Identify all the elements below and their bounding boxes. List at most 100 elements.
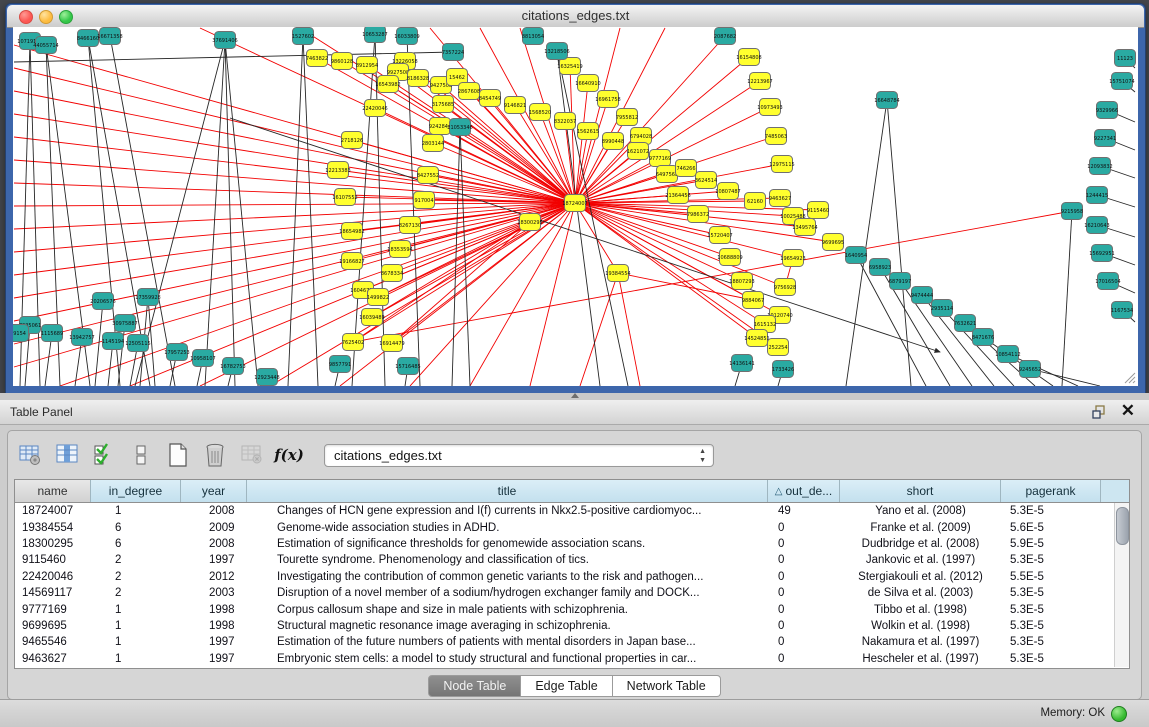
graph-node-selected[interactable]: 3175685	[432, 96, 454, 113]
network-canvas[interactable]: 1872400774638229860128891295413226058992…	[13, 27, 1138, 386]
resize-grip-icon[interactable]	[1120, 368, 1136, 384]
graph-node-selected[interactable]: 8990448	[602, 133, 624, 150]
graph-node[interactable]: 39154	[13, 325, 29, 342]
graph-node-selected[interactable]: 18807293	[729, 273, 754, 290]
graph-node-selected[interactable]: 2803144	[422, 135, 444, 152]
graph-node-selected[interactable]: 7955812	[616, 109, 638, 126]
graph-node[interactable]: 9474444	[911, 287, 933, 304]
graph-node-selected[interactable]: 16154808	[736, 49, 761, 66]
graph-node-selected[interactable]: 9777169	[649, 150, 671, 167]
table-row[interactable]: 1830029562008Estimation of significance …	[15, 536, 1129, 552]
rows-icon[interactable]	[127, 441, 155, 469]
graph-node-selected[interactable]: 9146821	[504, 97, 526, 114]
show-columns-icon[interactable]	[53, 441, 81, 469]
graph-node-selected[interactable]: 18353594	[387, 241, 412, 258]
table-select-dropdown[interactable]: citations_edges.txt ▲▼	[324, 444, 714, 467]
function-builder-icon[interactable]: f(x)	[275, 441, 303, 469]
table-row[interactable]: 2242004622012Investigating the contribut…	[15, 569, 1129, 585]
graph-node-selected[interactable]: 10807487	[715, 183, 740, 200]
graph-node-selected[interactable]: 1562615	[577, 123, 599, 140]
graph-node[interactable]: 13942757	[69, 329, 94, 346]
column-header-out[interactable]: △out_de...	[768, 480, 840, 502]
graph-node-selected[interactable]: 14524851	[744, 330, 769, 347]
graph-node[interactable]: 9857791	[329, 356, 351, 373]
panel-splitter[interactable]	[0, 393, 1149, 400]
graph-node-selected[interactable]: 3624514	[695, 172, 717, 189]
graph-node-selected[interactable]: 7485063	[765, 128, 787, 145]
graph-node[interactable]: 15716485	[395, 358, 420, 375]
node-table[interactable]: namein_degreeyeartitle△out_de...shortpag…	[14, 479, 1130, 669]
graph-node-selected[interactable]: 6794028	[630, 128, 652, 145]
table-row[interactable]: 946362711997Embryonic stem cells: a mode…	[15, 651, 1129, 667]
graph-node[interactable]: 13218506	[544, 43, 569, 60]
graph-node-selected[interactable]: 19166827	[339, 253, 364, 270]
graph-node-selected[interactable]: 16039489	[359, 309, 384, 326]
graph-node-selected[interactable]: 9756928	[774, 279, 796, 296]
graph-node[interactable]: 16782753	[220, 358, 245, 375]
graph-node[interactable]: 16671358	[97, 28, 122, 45]
graph-node[interactable]: 15692951	[1089, 245, 1114, 262]
tab-node-table[interactable]: Node Table	[428, 675, 521, 697]
graph-node[interactable]: 37691406	[212, 32, 237, 49]
graph-node-selected[interactable]: 1621072	[627, 143, 649, 160]
graph-node-selected[interactable]: 21364456	[665, 187, 690, 204]
table-row[interactable]: 969969511998Structural magnetic resonanc…	[15, 618, 1129, 634]
citation-network-graph[interactable]: 1872400774638229860128891295413226058992…	[13, 27, 1138, 386]
close-panel-icon[interactable]: ✕	[1121, 401, 1135, 421]
graph-node[interactable]: 12505115	[125, 335, 150, 352]
graph-node[interactable]: 2935114	[931, 300, 953, 317]
graph-node[interactable]: 9215958	[1061, 203, 1083, 220]
graph-node[interactable]: 16033809	[394, 28, 419, 45]
graph-node-selected[interactable]: 16107552	[332, 189, 357, 206]
graph-node[interactable]: 6879197	[889, 273, 911, 290]
graph-node-selected[interactable]: 10688809	[717, 249, 742, 266]
graph-node[interactable]: 9227341	[1094, 130, 1116, 147]
graph-node[interactable]: 2087682	[714, 28, 736, 45]
graph-node[interactable]: 8471676	[972, 329, 994, 346]
column-header-page[interactable]: pagerank	[1001, 480, 1101, 502]
graph-node-selected[interactable]: 12975115	[769, 156, 794, 173]
graph-node[interactable]: 8813054	[522, 28, 544, 45]
window-titlebar[interactable]: citations_edges.txt	[7, 5, 1144, 28]
graph-node-selected[interactable]: 7463822	[306, 50, 328, 67]
graph-node-selected[interactable]: 22420046	[362, 100, 387, 117]
graph-node-selected[interactable]: 7625402	[342, 334, 364, 351]
graph-node-selected[interactable]: 917004	[414, 192, 435, 209]
graph-node-selected[interactable]: 15720407	[707, 227, 732, 244]
graph-node-selected[interactable]: 9860128	[331, 53, 353, 70]
graph-node-selected[interactable]: 252254	[768, 339, 789, 356]
graph-node-selected[interactable]: 8454749	[479, 90, 501, 107]
graph-node[interactable]: 44055714	[33, 37, 58, 54]
tab-edge-table[interactable]: Edge Table	[521, 675, 612, 697]
network-window[interactable]: citations_edges.txt 18724007 746382298601…	[5, 3, 1146, 395]
graph-node-selected[interactable]: 16914479	[379, 335, 404, 352]
graph-node-selected[interactable]: 8267130	[399, 217, 421, 234]
graph-node[interactable]: 7632621	[954, 315, 976, 332]
graph-node-selected[interactable]: 7986372	[687, 206, 709, 223]
graph-node[interactable]: 17359928	[135, 289, 160, 306]
graph-node-selected[interactable]: 10973493	[757, 99, 782, 116]
graph-node[interactable]: 7357224	[442, 44, 464, 61]
new-document-icon[interactable]	[164, 441, 192, 469]
graph-node-selected[interactable]: 9884067	[742, 292, 764, 309]
graph-node[interactable]: 10854112	[995, 346, 1020, 363]
graph-node[interactable]: 1640954	[845, 247, 867, 264]
graph-node-selected[interactable]: 18724007	[562, 195, 587, 212]
graph-node[interactable]: 21053346	[447, 119, 472, 136]
graph-node[interactable]: 10958107	[190, 350, 215, 367]
graph-node-selected[interactable]: 12213383	[325, 162, 350, 179]
graph-node-selected[interactable]: 16961758	[595, 91, 620, 108]
graph-node-selected[interactable]: 19384554	[605, 265, 630, 282]
graph-node-selected[interactable]: 19654923	[780, 250, 805, 267]
graph-node-selected[interactable]: 1499822	[367, 289, 389, 306]
graph-node[interactable]: 30975887	[112, 315, 137, 332]
graph-node[interactable]: 10653287	[362, 27, 387, 43]
graph-node-selected[interactable]: 13495764	[792, 219, 817, 236]
table-row[interactable]: 1872400712008Changes of HCN gene express…	[15, 503, 1129, 519]
graph-node-selected[interactable]: 746266	[676, 160, 697, 177]
table-row[interactable]: 1456911722003Disruption of a novel membe…	[15, 585, 1129, 601]
graph-node[interactable]: 12923448	[254, 369, 279, 386]
graph-node-selected[interactable]: 1568520	[529, 104, 551, 121]
graph-node-selected[interactable]: 8322037	[554, 113, 576, 130]
graph-node-selected[interactable]: 9115460	[807, 202, 829, 219]
